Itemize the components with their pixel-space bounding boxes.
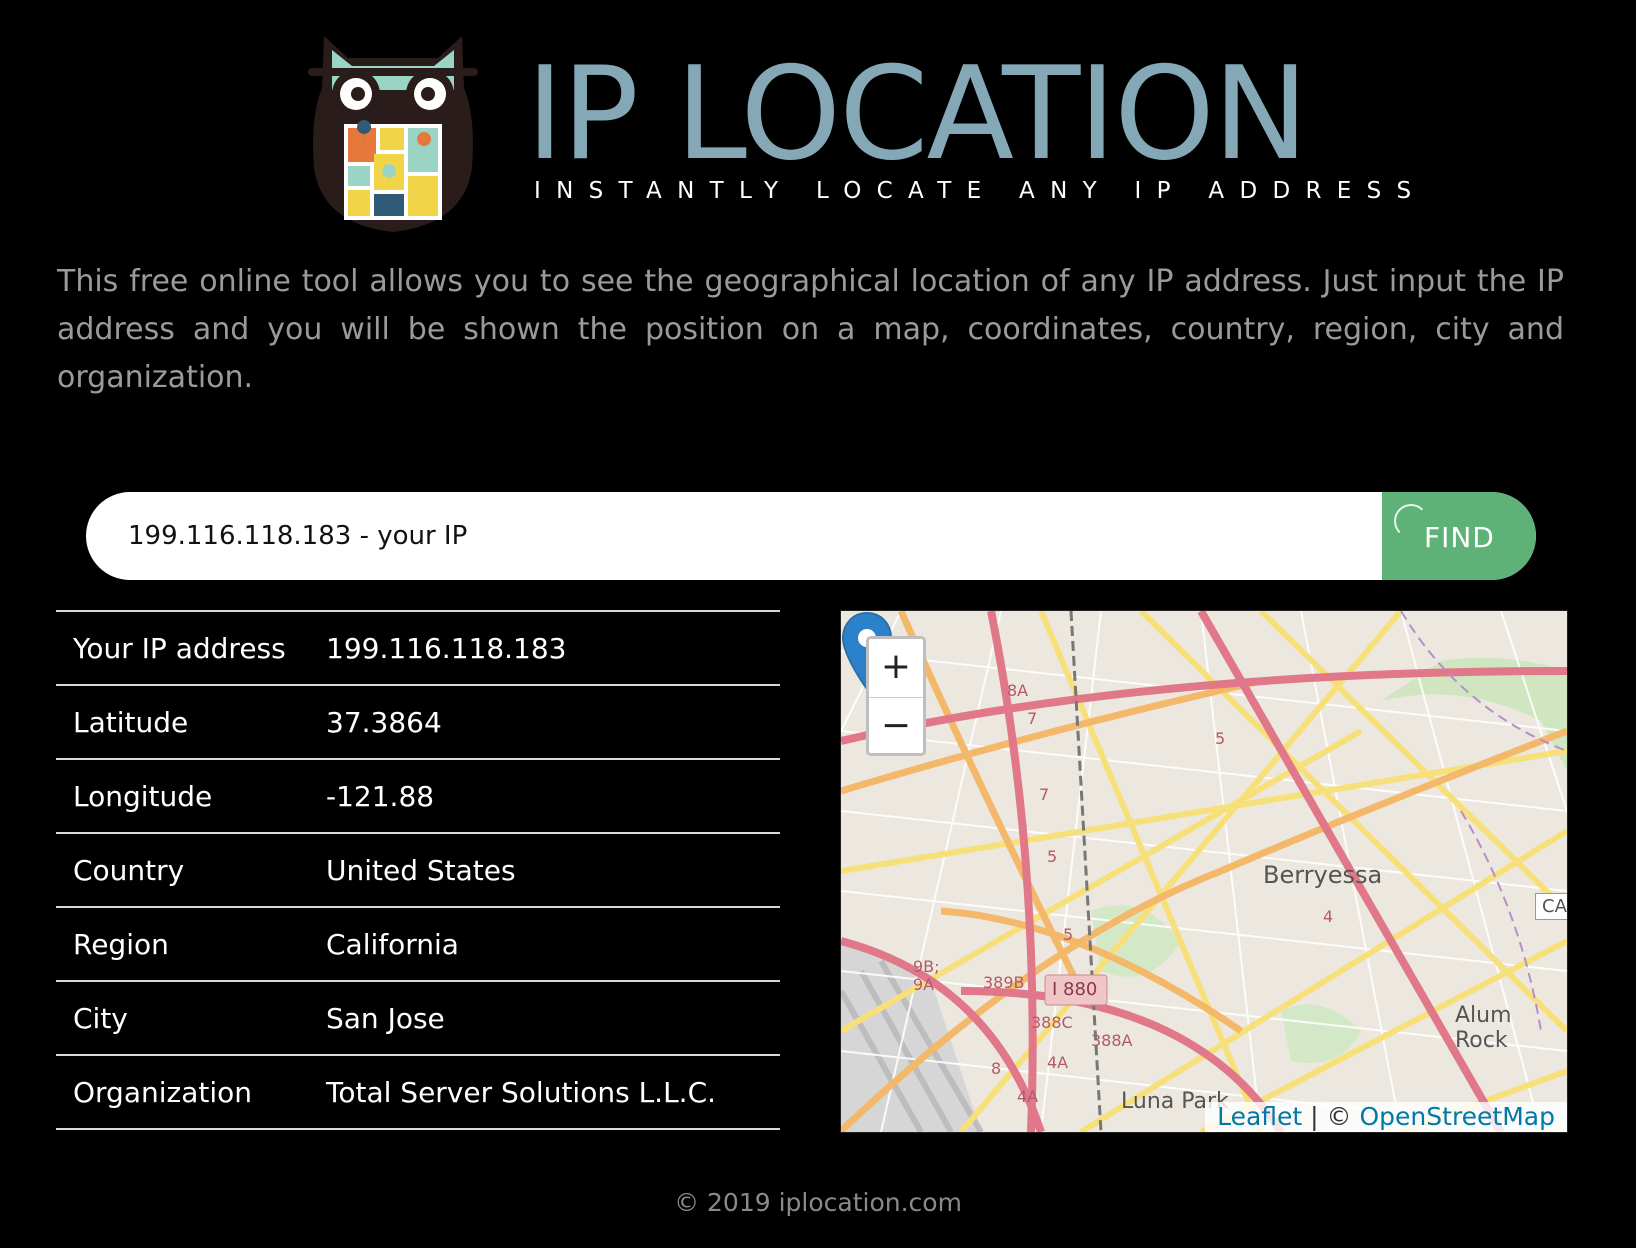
zoom-control: + −	[866, 636, 926, 756]
brand-tagline: INSTANTLY LOCATE ANY IP ADDRESS	[534, 178, 1427, 204]
map-label-route: 5	[1047, 847, 1058, 866]
owl-map-logo-icon	[308, 36, 478, 232]
map-label-alum-rock: Alum Rock	[1455, 1003, 1512, 1053]
loading-spinner-icon	[1394, 504, 1428, 538]
ip-search-bar: FIND	[86, 492, 1536, 580]
map-label-route: 7	[1039, 785, 1050, 804]
info-label: Country	[56, 832, 326, 908]
openstreetmap-link[interactable]: OpenStreetMap	[1360, 1102, 1556, 1131]
map-label-berryessa: Berryessa	[1263, 861, 1383, 889]
intro-text: This free online tool allows you to see …	[57, 264, 1564, 395]
find-button-label: FIND	[1424, 521, 1495, 554]
location-map[interactable]: Berryessa Alum Rock Luna Park CA I 880 3…	[840, 610, 1568, 1133]
info-value: San Jose	[326, 980, 780, 1056]
info-value: -121.88	[326, 758, 780, 834]
map-label-exit: 9B;	[913, 957, 940, 976]
info-label: Latitude	[56, 684, 326, 760]
map-label-exit: 388C	[1031, 1013, 1073, 1032]
map-label-exit: 9A	[913, 975, 935, 994]
info-value: Total Server Solutions L.L.C.	[326, 1054, 780, 1130]
footer-copyright: © 2019 iplocation.com	[674, 1188, 962, 1217]
map-label-exit: 4A	[1047, 1053, 1069, 1072]
map-label-i880: I 880	[1052, 979, 1098, 1000]
table-row: Region California	[56, 906, 780, 982]
info-value: California	[326, 906, 780, 982]
info-value: United States	[326, 832, 780, 908]
map-label-route: 8	[991, 1059, 1002, 1078]
table-row: Longitude -121.88	[56, 758, 780, 834]
header: IP LOCATION INSTANTLY LOCATE ANY IP ADDR…	[0, 0, 1636, 240]
ip-info-table: Your IP address 199.116.118.183 Latitude…	[56, 610, 780, 1130]
map-label-route: 4	[1323, 907, 1334, 926]
brand-title: IP LOCATION	[526, 40, 1309, 189]
map-label-exit: 8A	[1007, 681, 1029, 700]
map-label-exit: 388A	[1091, 1031, 1133, 1050]
map-label-exit: 389B	[983, 973, 1025, 992]
map-label-route: 5	[1063, 925, 1074, 944]
zoom-out-button[interactable]: −	[869, 697, 923, 756]
info-label: Your IP address	[56, 610, 326, 686]
zoom-in-button[interactable]: +	[869, 639, 923, 697]
ip-search-input[interactable]	[128, 492, 1368, 580]
info-label: Longitude	[56, 758, 326, 834]
table-row: Your IP address 199.116.118.183	[56, 610, 780, 686]
find-button[interactable]: FIND	[1382, 492, 1536, 580]
attribution-separator: | ©	[1302, 1102, 1360, 1131]
map-label-route: 7	[1027, 709, 1038, 728]
info-value: 37.3864	[326, 684, 780, 760]
leaflet-link[interactable]: Leaflet	[1217, 1102, 1302, 1131]
table-row: Country United States	[56, 832, 780, 908]
info-label: City	[56, 980, 326, 1056]
map-label-exit: 4A	[1017, 1087, 1039, 1106]
info-label: Organization	[56, 1054, 326, 1130]
table-row: City San Jose	[56, 980, 780, 1056]
table-row: Latitude 37.3864	[56, 684, 780, 760]
map-label-route: 5	[1215, 729, 1226, 748]
info-value: 199.116.118.183	[326, 610, 780, 686]
info-label: Region	[56, 906, 326, 982]
map-attribution: Leaflet | © OpenStreetMap	[1205, 1102, 1567, 1132]
table-row: Organization Total Server Solutions L.L.…	[56, 1054, 780, 1130]
map-tiles[interactable]	[841, 611, 1567, 1132]
map-label-ca: CA	[1535, 893, 1567, 920]
